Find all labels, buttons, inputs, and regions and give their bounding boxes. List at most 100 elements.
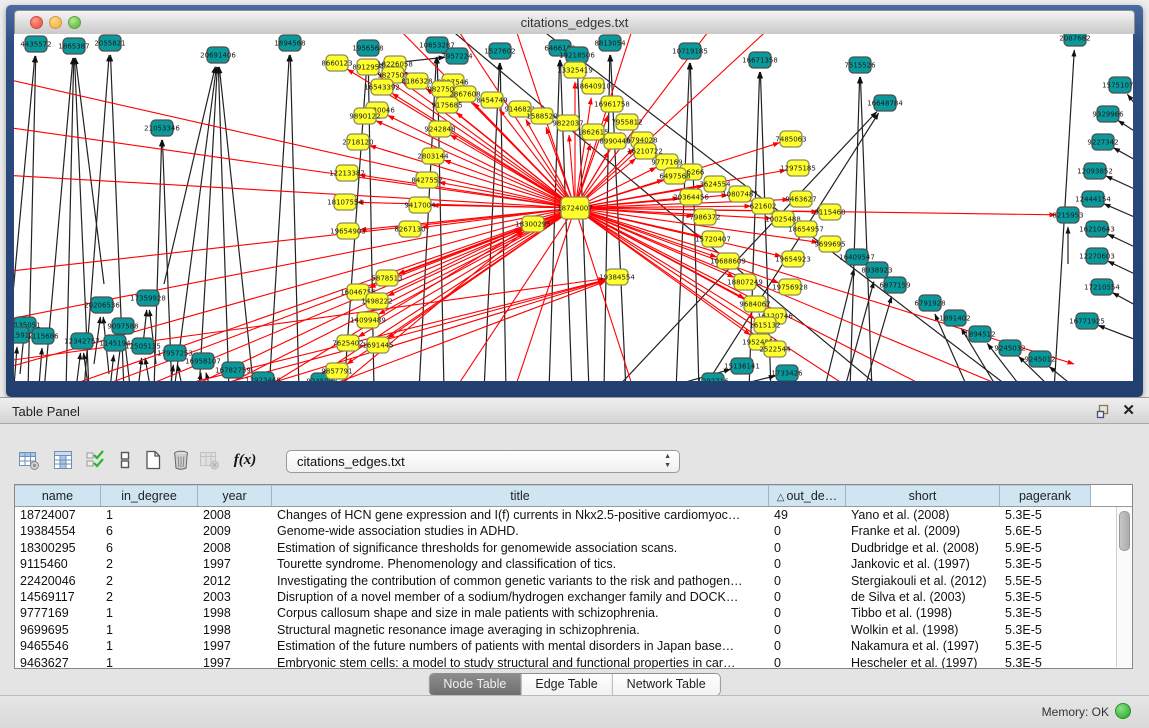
column-header-short[interactable]: short <box>846 485 1000 506</box>
graph-node-label: 8267130 <box>394 226 425 234</box>
citation-edge-black[interactable] <box>66 58 74 381</box>
select-attributes-button[interactable] <box>82 447 108 473</box>
citation-edge-red[interactable] <box>575 98 591 208</box>
graph-node-label: 12505135 <box>125 343 161 351</box>
citation-edge-black[interactable] <box>1108 234 1133 249</box>
citation-edge-black[interactable] <box>850 77 860 381</box>
tab-node-table[interactable]: Node Table <box>429 674 521 695</box>
column-header-pagerank[interactable]: pagerank <box>1000 485 1091 506</box>
column-header-name[interactable]: name <box>15 485 101 506</box>
graph-node-label: 1292716 <box>697 378 729 382</box>
table-row[interactable]: 946554611997Estimation of the future num… <box>15 638 1132 654</box>
table-cell: 1997 <box>198 638 272 654</box>
table-row[interactable]: 1938455462009Genome-wide association stu… <box>15 523 1132 539</box>
citation-edge-black[interactable] <box>110 355 114 381</box>
table-cell: 22420046 <box>15 573 101 589</box>
citation-edge-black[interactable] <box>1113 293 1133 307</box>
graph-node-label: 6791928 <box>914 300 945 308</box>
table-cell: 0 <box>769 638 846 654</box>
memory-status-label: Memory: OK <box>1042 705 1109 719</box>
graph-node-label: 7485063 <box>775 136 806 144</box>
graph-node-label: 9777169 <box>651 159 682 167</box>
graph-node-label: 16210722 <box>627 148 663 156</box>
graph-node-label: 7515526 <box>844 62 876 70</box>
table-row[interactable]: 1456911722003Disruption of a novel membe… <box>15 589 1132 605</box>
table-cell: 9115460 <box>15 556 101 572</box>
graph-node-label: 1615132 <box>749 322 780 330</box>
citation-edge-black[interactable] <box>824 269 854 381</box>
table-row[interactable]: 977716911998Corpus callosum shape and si… <box>15 605 1132 621</box>
graph-node-label: 8938923 <box>861 267 892 275</box>
graph-node-label: 12923448 <box>245 377 281 382</box>
table-body: 1872400712008Changes of HCN gene express… <box>15 507 1132 669</box>
graph-node-label: 12270603 <box>1079 253 1115 261</box>
table-cell: Investigating the contribution of common… <box>272 573 769 589</box>
graph-node-label: 5878513 <box>371 275 402 283</box>
table-row[interactable]: 969969511998Structural magnetic resonanc… <box>15 622 1132 638</box>
citation-edge-black[interactable] <box>219 67 254 381</box>
graph-node-label: 2718120 <box>342 139 373 147</box>
graph-node-label: 1691445 <box>362 342 393 350</box>
table-row[interactable]: 911546021997Tourette syndrome. Phenomeno… <box>15 556 1132 572</box>
table-cell: 1 <box>101 605 198 621</box>
column-header-in_degree[interactable]: in_degree <box>101 485 198 506</box>
graph-node-label: 13325419 <box>557 67 593 75</box>
function-builder-button[interactable]: f(x) <box>228 447 262 473</box>
window-title: citations_edges.txt <box>15 15 1134 30</box>
citation-edge-red[interactable] <box>14 279 605 364</box>
citation-edge-black[interactable] <box>1118 121 1133 134</box>
citation-edge-black[interactable] <box>1127 94 1133 109</box>
column-header-title[interactable]: title <box>272 485 769 506</box>
table-cell: 1 <box>101 622 198 638</box>
table-cell: 2 <box>101 589 198 605</box>
table-row[interactable]: 2242004622012Investigating the contribut… <box>15 573 1132 589</box>
citation-edge-black[interactable] <box>1104 204 1133 219</box>
citation-edge-black[interactable] <box>14 347 17 381</box>
citation-edge-black[interactable] <box>1108 261 1133 276</box>
citation-edge-black[interactable] <box>1106 176 1133 191</box>
float-panel-icon[interactable] <box>1096 404 1111 419</box>
citation-edge-black[interactable] <box>1049 367 1079 381</box>
window-titlebar[interactable]: citations_edges.txt <box>14 10 1135 34</box>
table-scrollbar-thumb[interactable] <box>1119 511 1130 551</box>
table-cell: 2009 <box>198 523 272 539</box>
graph-node-label: 15136141 <box>724 363 760 371</box>
citation-edge-red[interactable] <box>376 121 575 208</box>
table-row[interactable]: 946362711997Embryonic stem cells: a mode… <box>15 655 1132 669</box>
citation-edge-black[interactable] <box>174 67 216 381</box>
table-cell: 2008 <box>198 507 272 523</box>
delete-rows-button[interactable] <box>168 447 194 473</box>
citation-edge-black[interactable] <box>577 67 589 381</box>
graph-node-label: 7625402 <box>332 340 363 348</box>
memory-status-indicator[interactable] <box>1115 703 1131 719</box>
sort-ascending-icon: △ <box>777 492 785 503</box>
table-source-value: citations_edges.txt <box>297 454 405 469</box>
tab-edge-table[interactable]: Edge Table <box>521 674 612 695</box>
close-panel-icon[interactable]: ✕ <box>1122 402 1135 420</box>
row-height-button[interactable] <box>112 447 138 473</box>
table-cell: 0 <box>769 622 846 638</box>
citation-edge-black[interactable] <box>1098 325 1133 341</box>
column-header-out_de[interactable]: △out_de… <box>769 485 846 506</box>
table-scrollbar[interactable] <box>1116 507 1131 667</box>
citation-edge-black[interactable] <box>1113 148 1133 162</box>
table-cell: Hescheler et al. (1997) <box>846 655 1000 669</box>
citation-edge-black[interactable] <box>290 55 299 381</box>
citation-edge-black[interactable] <box>269 55 289 381</box>
table-cell: 5.3E-5 <box>1000 622 1091 638</box>
citation-edge-black[interactable] <box>39 348 42 381</box>
table-row[interactable]: 1830029562008Estimation of significance … <box>15 540 1132 556</box>
network-canvas[interactable]: 4435572186538720558212069140618945681956… <box>14 34 1133 381</box>
table-settings-button[interactable] <box>16 447 42 473</box>
citation-edge-black[interactable] <box>76 353 81 381</box>
citation-edge-black[interactable] <box>218 67 229 381</box>
table-row[interactable]: 1872400712008Changes of HCN gene express… <box>15 507 1132 523</box>
delete-table-button-disabled[interactable] <box>196 447 222 473</box>
show-columns-button[interactable] <box>50 447 76 473</box>
column-header-year[interactable]: year <box>198 485 272 506</box>
citation-edge-red[interactable] <box>454 208 575 381</box>
table-source-dropdown[interactable]: citations_edges.txt ▲▼ <box>286 450 680 473</box>
tab-network-table[interactable]: Network Table <box>613 674 720 695</box>
new-table-button[interactable] <box>140 447 166 473</box>
network-graph[interactable]: 4435572186538720558212069140618945681956… <box>14 34 1133 381</box>
